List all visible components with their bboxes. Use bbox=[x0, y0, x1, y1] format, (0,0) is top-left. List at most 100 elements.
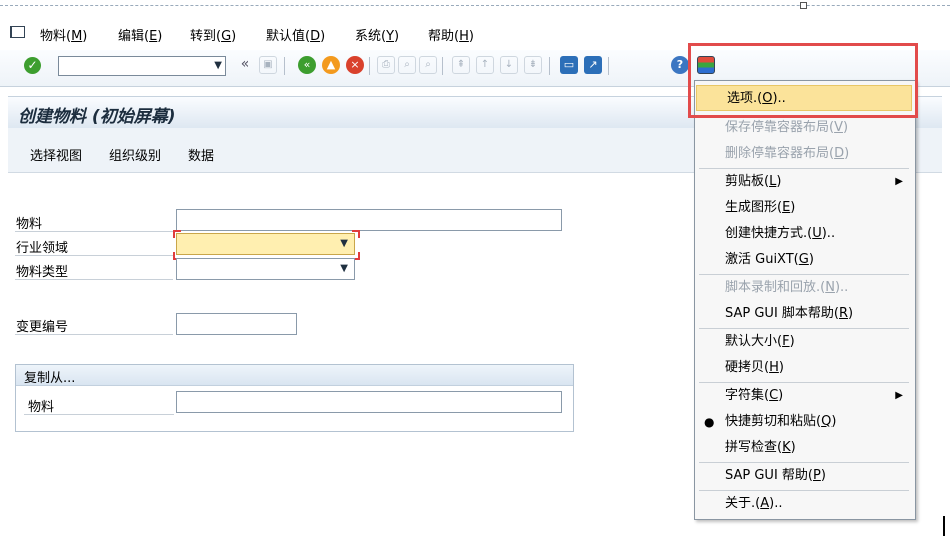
enter-checkmark-icon[interactable]: ✓ bbox=[24, 57, 41, 74]
menu-item-label: 关于.(A).. bbox=[725, 491, 782, 517]
menu-item-activate-guixt[interactable]: 激活 GuiXT(G) bbox=[695, 247, 913, 273]
create-shortcut-icon[interactable]: ↗ bbox=[584, 56, 602, 74]
menu-item-text: SAP GUI 帮助( bbox=[725, 468, 813, 483]
label-underline bbox=[15, 279, 173, 280]
menu-edit[interactable]: 编辑(E) bbox=[118, 25, 162, 44]
menu-item-text: 生成图形( bbox=[725, 200, 783, 215]
menu-item-text: ) bbox=[844, 146, 850, 161]
material-input[interactable] bbox=[177, 210, 561, 230]
menu-item-scripting-help[interactable]: SAP GUI 脚本帮助(R) bbox=[695, 301, 913, 327]
menu-defaults[interactable]: 默认值(D) bbox=[266, 25, 325, 44]
menu-item-mnemonic: U bbox=[812, 226, 822, 241]
material-type-label: 物料类型 bbox=[16, 265, 69, 280]
menu-item-options[interactable]: 选项.(O).. bbox=[696, 85, 912, 111]
select-views-button[interactable]: 选择视图 bbox=[30, 145, 82, 164]
menu-help[interactable]: 帮助(H) bbox=[428, 25, 474, 44]
exit-icon[interactable]: ▲ bbox=[322, 56, 340, 74]
menu-defaults-label: 默认值( bbox=[266, 29, 311, 44]
next-page-icon[interactable]: ↓ bbox=[500, 56, 518, 74]
menu-item-label: 生成图形(E) bbox=[725, 195, 795, 221]
help-icon[interactable]: ? bbox=[671, 56, 689, 74]
print-icon[interactable]: ⎙ bbox=[377, 56, 395, 74]
toolbar-separator bbox=[284, 57, 285, 75]
menu-item-text: 删除停靠容器布局( bbox=[725, 146, 835, 161]
menu-material-key: M bbox=[71, 29, 83, 44]
menu-system-end: ) bbox=[394, 29, 400, 44]
menu-defaults-end: ) bbox=[320, 29, 326, 44]
menu-goto-label: 转到( bbox=[190, 29, 222, 44]
customize-layout-icon[interactable] bbox=[697, 56, 715, 74]
menu-item-text: 选项.( bbox=[727, 91, 763, 106]
menu-item-mnemonic: G bbox=[798, 252, 809, 267]
screen-title: 创建物料 (初始屏幕) bbox=[18, 107, 176, 127]
label-underline bbox=[24, 414, 174, 415]
command-dropdown-icon[interactable]: ▼ bbox=[214, 60, 222, 71]
menu-item-clipboard[interactable]: 剪贴板(L) ▶ bbox=[695, 169, 913, 195]
cancel-icon[interactable]: × bbox=[346, 56, 364, 74]
menu-item-text: ) bbox=[848, 306, 854, 321]
org-levels-button[interactable]: 组织级别 bbox=[109, 145, 161, 164]
text-cursor bbox=[943, 516, 945, 536]
command-input[interactable] bbox=[61, 58, 205, 76]
menu-goto[interactable]: 转到(G) bbox=[190, 25, 236, 44]
menu-item-text: 快捷剪切和粘贴( bbox=[725, 414, 822, 429]
previous-page-icon[interactable]: ↑ bbox=[476, 56, 494, 74]
menu-item-hardcopy[interactable]: 硬拷贝(H) bbox=[695, 355, 913, 381]
material-type-input[interactable] bbox=[177, 259, 354, 279]
material-field[interactable] bbox=[176, 209, 562, 231]
menu-item-character-set[interactable]: 字符集(C) ▶ bbox=[695, 383, 913, 409]
find-next-icon[interactable]: ⌕ bbox=[419, 56, 437, 74]
find-icon[interactable]: ⌕ bbox=[398, 56, 416, 74]
required-marker bbox=[173, 230, 181, 238]
menu-item-mnemonic: A bbox=[760, 496, 770, 511]
menu-edit-end: ) bbox=[157, 29, 163, 44]
menu-item-mnemonic: H bbox=[769, 360, 779, 375]
menu-item-text: ).. bbox=[821, 226, 836, 241]
command-field[interactable]: ▼ bbox=[58, 56, 226, 76]
data-button[interactable]: 数据 bbox=[188, 145, 214, 164]
menu-item-quick-cut-paste[interactable]: ● 快捷剪切和粘贴(Q) bbox=[695, 409, 913, 435]
menu-item-label: 字符集(C) bbox=[725, 383, 783, 409]
menu-item-label: SAP GUI 脚本帮助(R) bbox=[725, 301, 853, 327]
menu-item-label: 快捷剪切和粘贴(Q) bbox=[725, 409, 836, 435]
copy-from-header: 复制从... bbox=[16, 365, 573, 386]
change-number-label: 变更编号 bbox=[16, 320, 69, 335]
copy-material-input[interactable] bbox=[177, 392, 561, 412]
menu-system-label: 系统( bbox=[355, 29, 387, 44]
menu-item-mnemonic: O bbox=[762, 91, 773, 106]
menu-item-label: 选项.(O).. bbox=[727, 86, 786, 112]
change-number-input[interactable] bbox=[177, 314, 296, 334]
industry-sector-field[interactable]: ▼ bbox=[176, 233, 355, 255]
menu-item-mnemonic: F bbox=[782, 334, 790, 349]
menu-item-text: 默认大小( bbox=[725, 334, 783, 349]
industry-sector-input[interactable] bbox=[177, 234, 354, 254]
menu-item-default-size[interactable]: 默认大小(F) bbox=[695, 329, 913, 355]
menu-goto-end: ) bbox=[231, 29, 237, 44]
menu-system-key: Y bbox=[386, 29, 395, 44]
last-page-icon[interactable]: ⇟ bbox=[524, 56, 542, 74]
first-page-icon[interactable]: ⇞ bbox=[452, 56, 470, 74]
menu-item-text: ) bbox=[831, 414, 837, 429]
menu-item-about[interactable]: 关于.(A).. bbox=[695, 491, 913, 517]
industry-dropdown-icon[interactable]: ▼ bbox=[340, 238, 348, 249]
change-number-field[interactable] bbox=[176, 313, 297, 335]
back-icon[interactable]: « bbox=[298, 56, 316, 74]
menu-bar: 物料(M) 编辑(E) 转到(G) 默认值(D) 系统(Y) 帮助(H) bbox=[0, 12, 950, 46]
material-type-field[interactable]: ▼ bbox=[176, 258, 355, 280]
menu-item-text: 保存停靠容器布局( bbox=[725, 120, 835, 135]
menu-item-spell-check[interactable]: 拼写检查(K) bbox=[695, 435, 913, 461]
create-session-icon[interactable]: ▭ bbox=[560, 56, 578, 74]
menu-item-text: 关于.( bbox=[725, 496, 761, 511]
menu-material[interactable]: 物料(M) bbox=[40, 25, 87, 44]
menu-item-generate-graphic[interactable]: 生成图形(E) bbox=[695, 195, 913, 221]
required-marker bbox=[352, 230, 360, 238]
menu-item-create-shortcut[interactable]: 创建快捷方式.(U).. bbox=[695, 221, 913, 247]
menu-system[interactable]: 系统(Y) bbox=[355, 25, 399, 44]
window-handle-icon bbox=[800, 2, 807, 9]
collapse-command-icon[interactable]: « bbox=[236, 56, 254, 74]
copy-material-field[interactable] bbox=[176, 391, 562, 413]
save-icon[interactable]: ▣ bbox=[259, 56, 277, 74]
menu-exit-icon[interactable] bbox=[10, 26, 25, 38]
material-type-dropdown-icon[interactable]: ▼ bbox=[340, 263, 348, 274]
menu-item-sap-gui-help[interactable]: SAP GUI 帮助(P) bbox=[695, 463, 913, 489]
